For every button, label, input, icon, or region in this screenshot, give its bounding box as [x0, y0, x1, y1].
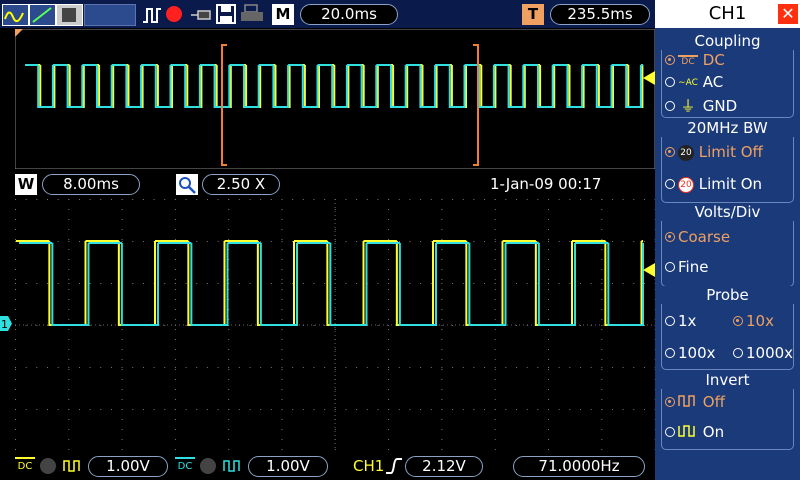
status-bar: DC 1.00V DC 1.00V CH1 2.12V 71.0000Hz	[0, 452, 655, 480]
probe-heading: Probe	[655, 286, 800, 304]
radio-icon	[665, 146, 675, 157]
ac-coupling-icon: ∼AC	[678, 77, 698, 88]
volts-coarse-label: Coarse	[678, 228, 731, 246]
print-icon[interactable]	[240, 4, 264, 28]
radio-icon	[665, 178, 675, 189]
coupling-option-gnd[interactable]: ⏚ GND	[665, 95, 737, 116]
probe-option-10x[interactable]: 10x	[733, 312, 774, 330]
timebase-readout[interactable]: 20.0ms	[300, 4, 398, 25]
probe-10x-label: 10x	[746, 312, 774, 330]
frequency-readout: 71.0000Hz	[513, 456, 645, 477]
record-icon[interactable]	[166, 6, 182, 22]
ch1-menu-panel: CH1 ✕ Coupling DC DC ∼AC AC ⏚ GND 20MHz …	[655, 0, 800, 480]
top-toolbar: M 20.0ms T 235.5ms	[0, 0, 655, 28]
invert-option-off[interactable]: Off	[665, 393, 725, 412]
volts-fine-label: Fine	[678, 258, 709, 276]
window-timebase-readout[interactable]: 8.00ms	[42, 174, 140, 195]
bw-20-limited-icon: 20	[678, 176, 694, 193]
volts-heading: Volts/Div	[655, 203, 800, 221]
persist-icon[interactable]	[56, 4, 83, 26]
bw-heading: 20MHz BW	[655, 119, 800, 137]
invert-on-label: On	[702, 423, 725, 441]
ground-icon: ⏚	[680, 97, 696, 115]
ch1-volts-readout[interactable]: 1.00V	[88, 456, 168, 477]
rising-edge-icon	[384, 457, 404, 479]
datetime: 1-Jan-09 00:17	[490, 175, 602, 193]
ch2-volts-readout[interactable]: 1.00V	[248, 456, 328, 477]
ch1-ground-marker[interactable]: 1	[0, 316, 12, 331]
window-letter: W	[15, 174, 37, 195]
probe-1x-label: 1x	[678, 312, 697, 330]
coupling-heading: Coupling	[655, 32, 800, 50]
probe-option-1000x[interactable]: 1000x	[733, 344, 793, 362]
ch2-bw-icon	[200, 458, 216, 474]
ch1-ground-label: 1	[1, 318, 8, 331]
radio-icon	[665, 347, 675, 358]
radio-icon	[665, 315, 675, 326]
radio-icon	[733, 315, 743, 326]
trigger-delay-readout[interactable]: 235.5ms	[550, 4, 650, 25]
radio-icon	[665, 426, 675, 437]
dc-coupling-icon: DC	[678, 54, 698, 67]
save-icon[interactable]	[216, 4, 236, 28]
ch1-coupling-label: DC	[17, 461, 33, 472]
coupling-dc-label: DC	[702, 51, 725, 69]
radio-icon	[665, 396, 675, 407]
bw-20-icon: 20	[678, 144, 694, 161]
invert-on-icon	[678, 424, 698, 442]
zoom-waveform	[15, 199, 655, 451]
invert-option-on[interactable]: On	[665, 423, 724, 442]
bw-option-limit-off[interactable]: 20 Limit Off	[665, 143, 763, 161]
trigger-level-readout[interactable]: 2.12V	[405, 456, 483, 477]
volts-option-fine[interactable]: Fine	[665, 258, 708, 276]
radio-icon	[665, 100, 675, 111]
menu-title-label: CH1	[708, 3, 747, 24]
bw-option-limit-on[interactable]: 20 Limit On	[665, 175, 762, 193]
probe-1000x-label: 1000x	[746, 344, 794, 362]
waveform-icon[interactable]	[2, 4, 29, 26]
invert-off-icon	[678, 394, 698, 412]
magnifier-icon[interactable]	[176, 174, 198, 195]
ch1-invert-icon	[62, 457, 84, 479]
ch1-coupling-dc-icon: DC	[15, 457, 35, 477]
probe-option-1x[interactable]: 1x	[665, 312, 696, 330]
pulse-icon[interactable]	[142, 6, 162, 28]
trigger-letter: T	[522, 4, 544, 25]
radio-icon	[665, 76, 675, 87]
zoom-factor-readout[interactable]: 2.50 X	[202, 174, 280, 195]
coupling-option-ac[interactable]: ∼AC AC	[665, 73, 723, 91]
ch2-coupling-dc-icon: DC	[175, 457, 195, 477]
radio-icon	[733, 347, 743, 358]
display-slot[interactable]	[84, 4, 136, 26]
probe-100x-label: 100x	[678, 344, 716, 362]
radio-icon	[665, 261, 675, 272]
ch2-invert-icon	[222, 457, 244, 479]
mode-letter: M	[272, 4, 294, 25]
radio-icon	[665, 54, 675, 65]
bw-limit-off-label: Limit Off	[698, 143, 763, 161]
radio-icon	[665, 231, 675, 242]
probe-icon[interactable]	[190, 6, 212, 28]
close-icon[interactable]: ✕	[778, 4, 798, 24]
coupling-ac-label: AC	[702, 73, 724, 91]
bw-limit-on-label: Limit On	[698, 175, 763, 193]
coupling-gnd-label: GND	[702, 97, 738, 115]
invert-heading: Invert	[655, 371, 800, 389]
coupling-option-dc[interactable]: DC DC	[665, 51, 725, 69]
trigger-source: CH1	[353, 457, 385, 475]
zoom-info-bar: W 8.00ms 2.50 X 1-Jan-09 00:17	[0, 170, 655, 198]
overview-waveform	[15, 29, 655, 169]
ch2-coupling-label: DC	[177, 461, 193, 472]
volts-option-coarse[interactable]: Coarse	[665, 228, 730, 246]
vector-icon[interactable]	[29, 4, 56, 26]
ch1-bw-icon	[40, 458, 56, 474]
probe-option-100x[interactable]: 100x	[665, 344, 716, 362]
invert-off-label: Off	[702, 393, 725, 411]
